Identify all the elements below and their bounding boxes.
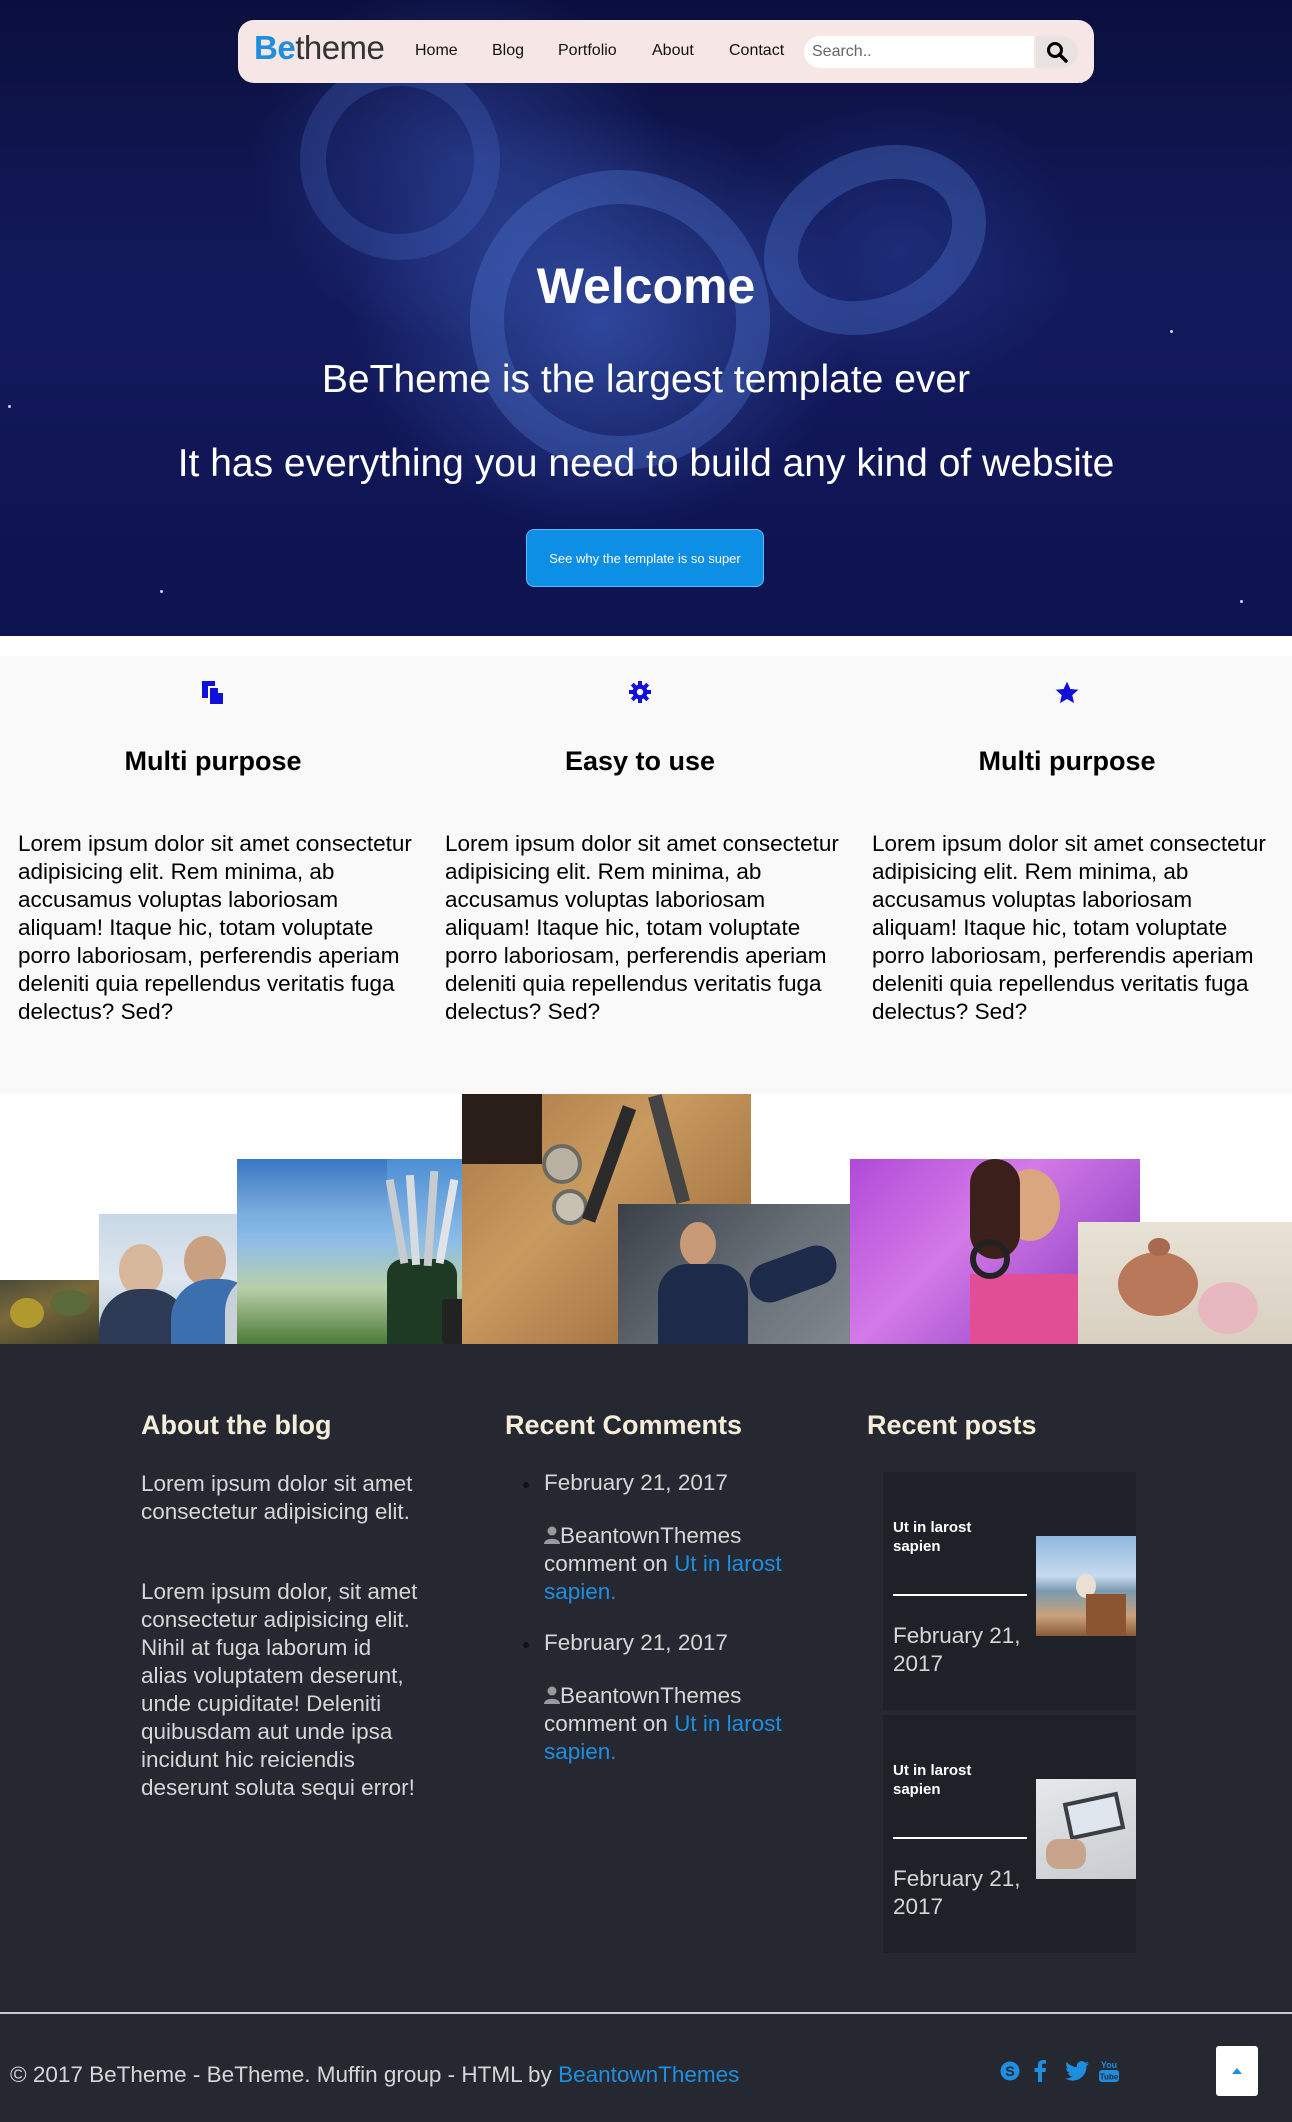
- about-widget-title: About the blog: [141, 1410, 332, 1440]
- footer: About the blog Lorem ipsum dolor sit ame…: [0, 1344, 1292, 2122]
- back-to-top-button[interactable]: [1216, 2046, 1258, 2096]
- hero-star: [1240, 600, 1243, 603]
- feature-title: Easy to use: [564, 746, 716, 776]
- list-bullet: [523, 1642, 529, 1648]
- copyright: © 2017 BeTheme - BeTheme. Muffin group -…: [10, 2062, 739, 2088]
- twitter-link[interactable]: [1064, 2058, 1090, 2084]
- comment-body: BeantownThemes comment on Ut in larost s…: [544, 1522, 794, 1606]
- hero-background-shape: [732, 109, 1018, 371]
- skype-icon: S: [1000, 2061, 1020, 2081]
- copyright-text: © 2017 BeTheme - BeTheme. Muffin group -…: [10, 2062, 559, 2087]
- comment-connector: comment on: [544, 1711, 675, 1736]
- feature-title: Multi purpose: [124, 746, 302, 776]
- copyright-author-link[interactable]: BeantownThemes: [558, 2062, 739, 2087]
- svg-text:You: You: [1101, 2060, 1117, 2070]
- search-button[interactable]: [1036, 36, 1078, 68]
- post-thumbnail[interactable]: [1036, 1536, 1136, 1636]
- gear-icon: [629, 681, 651, 703]
- site-logo[interactable]: Betheme: [254, 29, 385, 67]
- hero-title: Welcome: [536, 258, 756, 314]
- posts-widget-title: Recent posts: [867, 1410, 1037, 1440]
- search-input[interactable]: [804, 36, 1034, 68]
- comment-author[interactable]: BeantownThemes: [560, 1683, 741, 1708]
- footer-divider: [0, 2012, 1292, 2014]
- post-title[interactable]: Ut in larost sapien: [893, 1761, 1023, 1799]
- nav-home[interactable]: Home: [415, 42, 458, 60]
- hero-background-shape: [470, 170, 770, 470]
- comment-connector: comment on: [544, 1551, 675, 1576]
- twitter-icon: [1065, 2061, 1089, 2081]
- hero-star: [1170, 330, 1173, 333]
- post-thumbnail[interactable]: [1036, 1779, 1136, 1879]
- hero-cta-button[interactable]: See why the template is so super: [526, 529, 764, 587]
- skype-link[interactable]: S: [997, 2058, 1023, 2084]
- post-divider: [893, 1594, 1027, 1596]
- comment-author[interactable]: BeantownThemes: [560, 1523, 741, 1548]
- hero-subtitle: BeTheme is the largest template ever: [321, 358, 971, 401]
- hero-star: [160, 590, 163, 593]
- portfolio-gallery: [0, 1094, 1292, 1344]
- post-date: February 21, 2017: [893, 1623, 1021, 1676]
- feature-text: Lorem ipsum dolor sit amet consectetur a…: [18, 831, 412, 1024]
- svg-text:Tube: Tube: [1100, 2073, 1119, 2082]
- navbar: Betheme Home Blog Portfolio About Contac…: [238, 20, 1094, 83]
- comment-date: February 21, 2017: [544, 1470, 728, 1495]
- recent-post-card[interactable]: Ut in larost sapien February 21, 2017: [883, 1472, 1136, 1710]
- svg-text:S: S: [1005, 2063, 1014, 2079]
- about-text: Lorem ipsum dolor sit amet consectetur a…: [141, 1471, 413, 1524]
- gallery-image-vegetables[interactable]: [0, 1280, 100, 1344]
- comments-widget-title: Recent Comments: [505, 1410, 743, 1440]
- user-icon: [544, 1686, 560, 1704]
- caret-up-icon: [1232, 2068, 1242, 2074]
- hero-star: [8, 405, 11, 408]
- nav-about[interactable]: About: [652, 42, 694, 60]
- post-date: February 21, 2017: [893, 1866, 1021, 1919]
- nav-blog[interactable]: Blog: [492, 42, 524, 60]
- gallery-image-teapot[interactable]: [1078, 1222, 1292, 1344]
- features-section: Multi purpose Lorem ipsum dolor sit amet…: [0, 656, 1292, 1094]
- facebook-icon: [1034, 2060, 1046, 2082]
- hero-background-shape: [300, 60, 500, 260]
- post-title[interactable]: Ut in larost sapien: [893, 1518, 1023, 1556]
- facebook-link[interactable]: [1027, 2058, 1053, 2084]
- feature-text: Lorem ipsum dolor sit amet consectetur a…: [872, 831, 1266, 1024]
- user-icon: [544, 1526, 560, 1544]
- comment-date: February 21, 2017: [544, 1630, 728, 1655]
- post-divider: [893, 1837, 1027, 1839]
- logo-be: Be: [254, 29, 296, 66]
- nav-contact[interactable]: Contact: [729, 42, 784, 60]
- hero-tagline: It has everything you need to build any …: [177, 442, 1115, 485]
- logo-theme: theme: [295, 29, 385, 66]
- comment-body: BeantownThemes comment on Ut in larost s…: [544, 1682, 794, 1766]
- nav-portfolio[interactable]: Portfolio: [558, 42, 617, 60]
- search-icon: [1047, 42, 1068, 63]
- youtube-link[interactable]: You Tube: [1096, 2058, 1122, 2084]
- hero-banner: Betheme Home Blog Portfolio About Contac…: [0, 0, 1292, 636]
- star-icon: [1055, 681, 1079, 704]
- feature-text: Lorem ipsum dolor sit amet consectetur a…: [445, 831, 839, 1024]
- recent-post-card[interactable]: Ut in larost sapien February 21, 2017: [883, 1715, 1136, 1953]
- youtube-icon: You Tube: [1099, 2060, 1119, 2082]
- feature-title: Multi purpose: [978, 746, 1156, 776]
- about-text: Lorem ipsum dolor, sit amet consectetur …: [141, 1579, 418, 1800]
- files-icon: [202, 681, 225, 706]
- list-bullet: [523, 1482, 529, 1488]
